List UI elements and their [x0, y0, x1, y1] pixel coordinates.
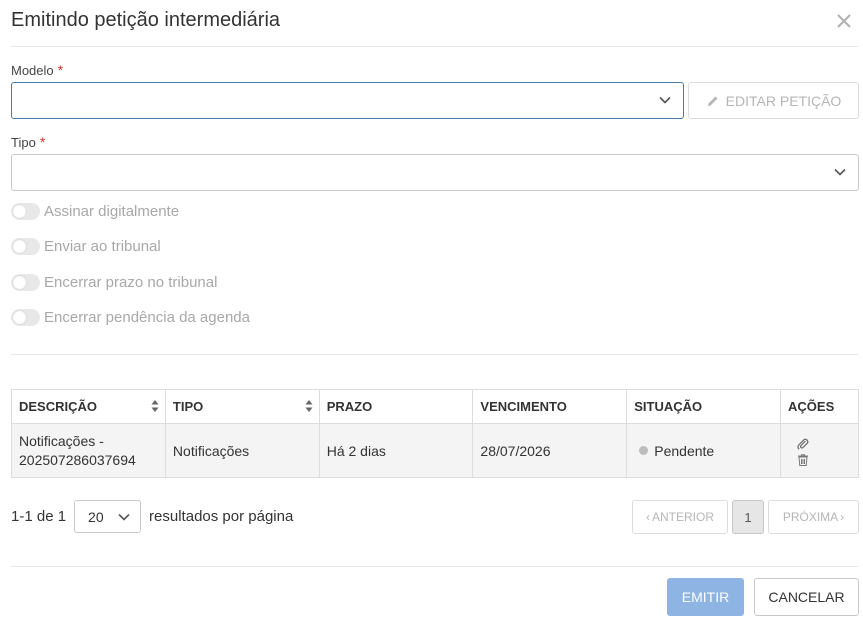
chevron-right-icon: ›	[840, 510, 845, 524]
trash-icon[interactable]	[796, 453, 810, 467]
chevron-left-icon: ‹	[645, 510, 650, 524]
cell-vencimento: 28/07/2026	[472, 423, 628, 478]
status-dot	[639, 446, 649, 456]
deadlines-table: DESCRIÇÃO TIPO PRAZO VENCIMENTO SITUAÇÃO…	[11, 389, 859, 478]
table-header-row: DESCRIÇÃO TIPO PRAZO VENCIMENTO SITUAÇÃO…	[11, 389, 859, 424]
toggle-switch[interactable]	[11, 309, 40, 326]
column-header-prazo: PRAZO	[318, 389, 474, 424]
chevron-down-icon	[659, 96, 671, 104]
cell-prazo: Há 2 dias	[318, 423, 474, 478]
sort-icon[interactable]	[151, 399, 159, 413]
cell-descricao: Notificações - 202507286037694	[11, 423, 166, 478]
paperclip-icon[interactable]	[796, 437, 810, 451]
page-size-select[interactable]: 20	[74, 500, 142, 533]
toggle-switch[interactable]	[11, 203, 40, 220]
column-header-acoes: AÇÕES	[780, 389, 859, 424]
pagination-info: 1-1 de 1 20 resultados por página	[11, 500, 293, 533]
toggle-encerrar-prazo[interactable]: Encerrar prazo no tribunal	[11, 274, 217, 291]
cell-situacao: Pendente	[626, 423, 782, 478]
tipo-label: Tipo *	[11, 134, 46, 150]
toggle-assinar-digitalmente[interactable]: Assinar digitalmente	[11, 203, 179, 220]
toggle-switch[interactable]	[11, 238, 40, 255]
chevron-down-icon	[834, 168, 846, 176]
edit-petition-button[interactable]: EDITAR PETIÇÃO	[688, 82, 859, 119]
chevron-down-icon	[118, 513, 130, 521]
emit-button[interactable]: EMITIR	[667, 578, 744, 616]
footer-divider	[11, 566, 858, 567]
required-mark: *	[39, 134, 46, 150]
page-button-current[interactable]: 1	[732, 500, 764, 534]
column-header-descricao[interactable]: DESCRIÇÃO	[11, 389, 166, 424]
column-header-tipo[interactable]: TIPO	[164, 389, 320, 424]
modelo-select[interactable]	[11, 82, 684, 119]
tipo-select[interactable]	[11, 154, 859, 191]
pencil-icon	[707, 96, 718, 106]
next-page-button[interactable]: PRÓXIMA ›	[768, 500, 859, 534]
section-divider	[11, 354, 858, 355]
sort-icon[interactable]	[305, 399, 313, 413]
table-row: Notificações - 202507286037694 Notificaç…	[11, 423, 859, 478]
page-size-suffix: resultados por página	[149, 508, 294, 525]
previous-page-button[interactable]: ‹ ANTERIOR	[632, 500, 728, 534]
toggle-encerrar-pendencia[interactable]: Encerrar pendência da agenda	[11, 309, 250, 326]
toggle-enviar-tribunal[interactable]: Enviar ao tribunal	[11, 238, 161, 255]
close-icon[interactable]	[832, 9, 856, 33]
status-text: Pendente	[654, 442, 715, 459]
toggle-switch[interactable]	[11, 274, 40, 291]
cell-tipo: Notificações	[164, 423, 320, 478]
result-range: 1-1 de 1	[11, 508, 67, 525]
cancel-button[interactable]: CANCELAR	[754, 578, 859, 616]
column-header-situacao: SITUAÇÃO	[626, 389, 782, 424]
required-mark: *	[57, 62, 64, 78]
header-divider	[11, 46, 858, 47]
dialog-title: Emitindo petição intermediária	[11, 9, 281, 31]
cell-acoes	[780, 423, 859, 478]
modelo-label: Modelo *	[11, 62, 64, 78]
column-header-vencimento: VENCIMENTO	[472, 389, 628, 424]
